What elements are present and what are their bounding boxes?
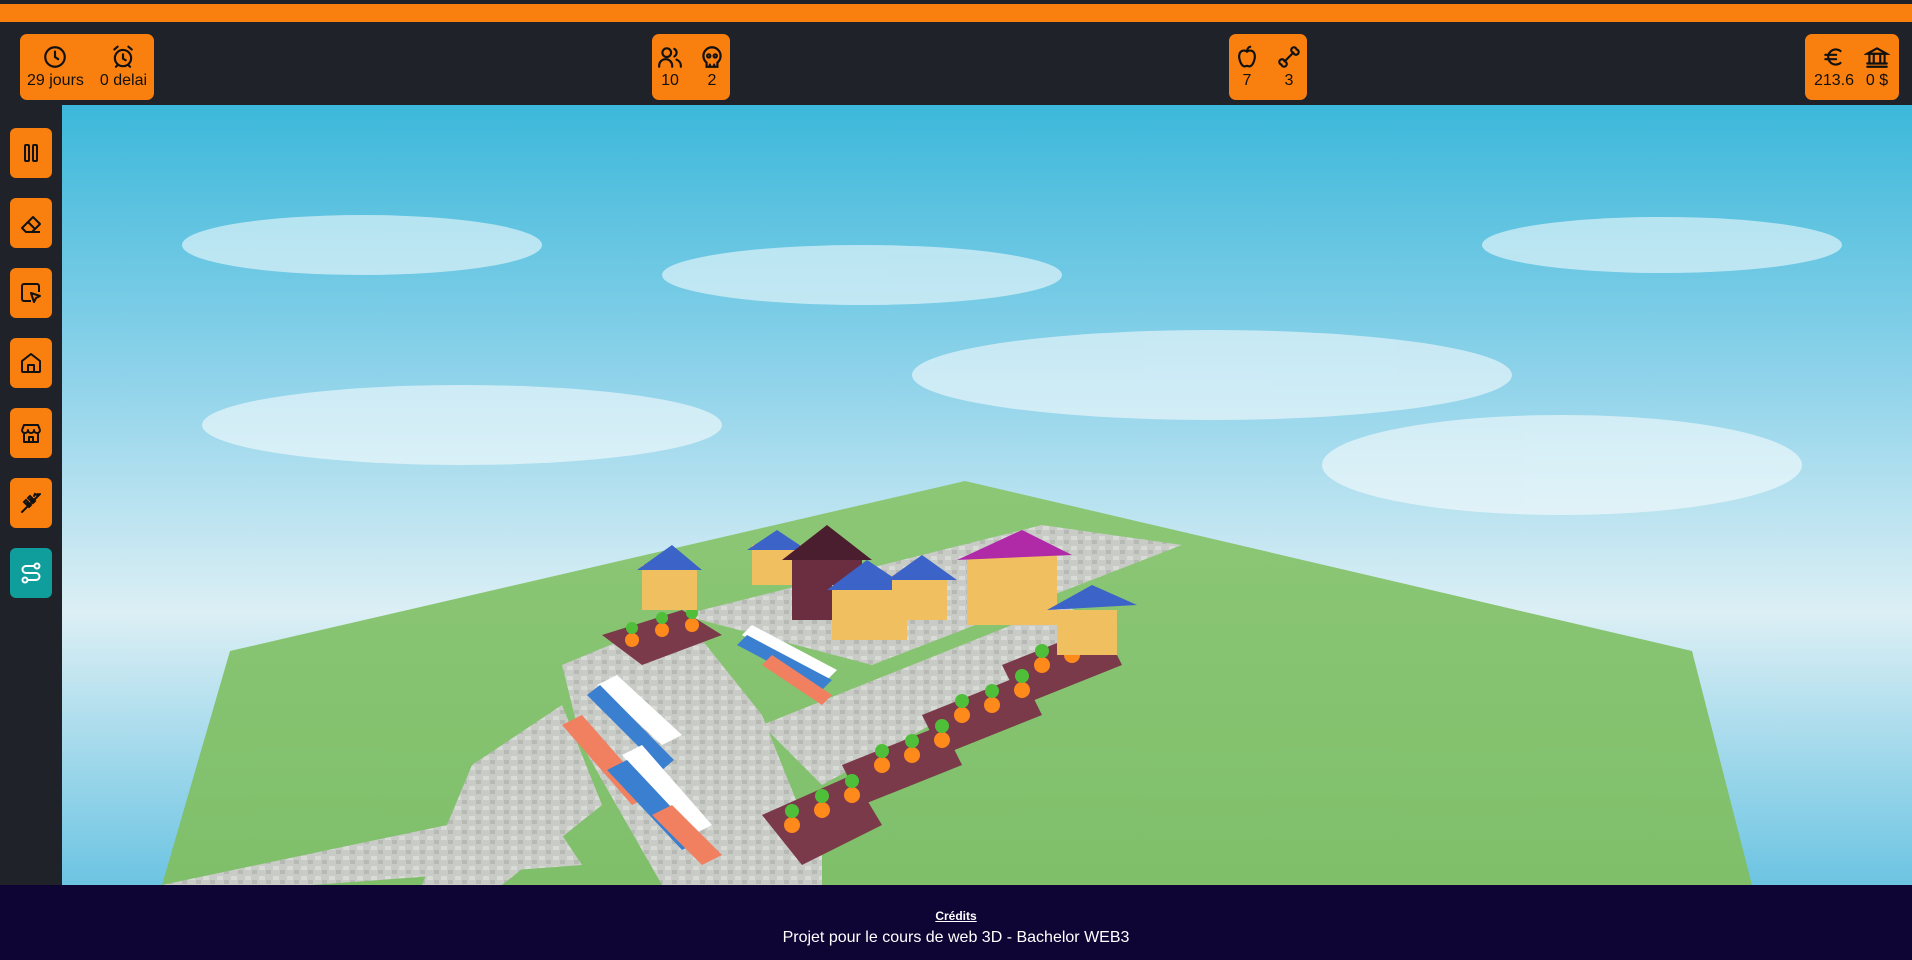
bone-icon [1278, 46, 1300, 68]
select-pointer-icon [21, 283, 41, 303]
days-value: 29 jours [26, 72, 84, 89]
people-stat: 10 [657, 44, 683, 90]
balance-value: 213.6 [1813, 72, 1855, 89]
scene-canvas[interactable] [62, 105, 1912, 885]
erase-tool-button[interactable] [10, 198, 52, 248]
select-tool-button[interactable] [10, 268, 52, 318]
bank-value: 0 $ [1865, 72, 1889, 89]
deaths-value: 2 [707, 72, 717, 89]
euro-icon [1824, 48, 1842, 66]
days-stat: 29 jours [27, 44, 84, 90]
population-panel: 10 2 [652, 34, 730, 100]
game-viewport[interactable] [62, 105, 1912, 885]
house-tool-button[interactable] [10, 338, 52, 388]
footer: Crédits Projet pour le cours de web 3D -… [0, 885, 1912, 960]
delay-value: 0 delai [99, 72, 148, 89]
money-panel: 213.6 0 $ [1805, 34, 1899, 100]
food-value: 7 [1242, 72, 1252, 89]
apple-icon [1238, 45, 1256, 68]
wheat-icon [21, 492, 41, 513]
credits-link[interactable]: Crédits [0, 909, 1912, 923]
resources-panel: 7 3 [1229, 34, 1307, 100]
footer-description: Projet pour le cours de web 3D - Bachelo… [782, 929, 1130, 946]
hud-bar [0, 22, 1912, 105]
users-icon [658, 47, 682, 68]
alarm-icon [113, 45, 134, 68]
delay-stat: 0 delai [100, 44, 147, 90]
skull-icon [702, 46, 722, 68]
store-icon [21, 424, 41, 443]
bank-icon [1864, 47, 1891, 68]
eraser-icon [21, 216, 41, 233]
market-tool-button[interactable] [10, 408, 52, 458]
pause-icon [24, 144, 38, 162]
farm-tool-button[interactable] [10, 478, 52, 528]
route-icon [21, 562, 41, 584]
food-stat: 7 [1234, 44, 1260, 90]
clock-icon [44, 46, 67, 68]
bones-value: 3 [1284, 72, 1294, 89]
home-icon [21, 353, 41, 373]
deaths-stat: 2 [699, 44, 725, 90]
top-accent-bar [0, 4, 1912, 22]
balance-stat: 213.6 [1814, 44, 1854, 90]
bank-stat: 0 $ [1864, 44, 1891, 90]
bones-stat: 3 [1276, 44, 1302, 90]
pause-button[interactable] [10, 128, 52, 178]
road-tool-button[interactable] [10, 548, 52, 598]
time-panel: 29 jours 0 delai [20, 34, 154, 100]
people-value: 10 [661, 72, 679, 89]
